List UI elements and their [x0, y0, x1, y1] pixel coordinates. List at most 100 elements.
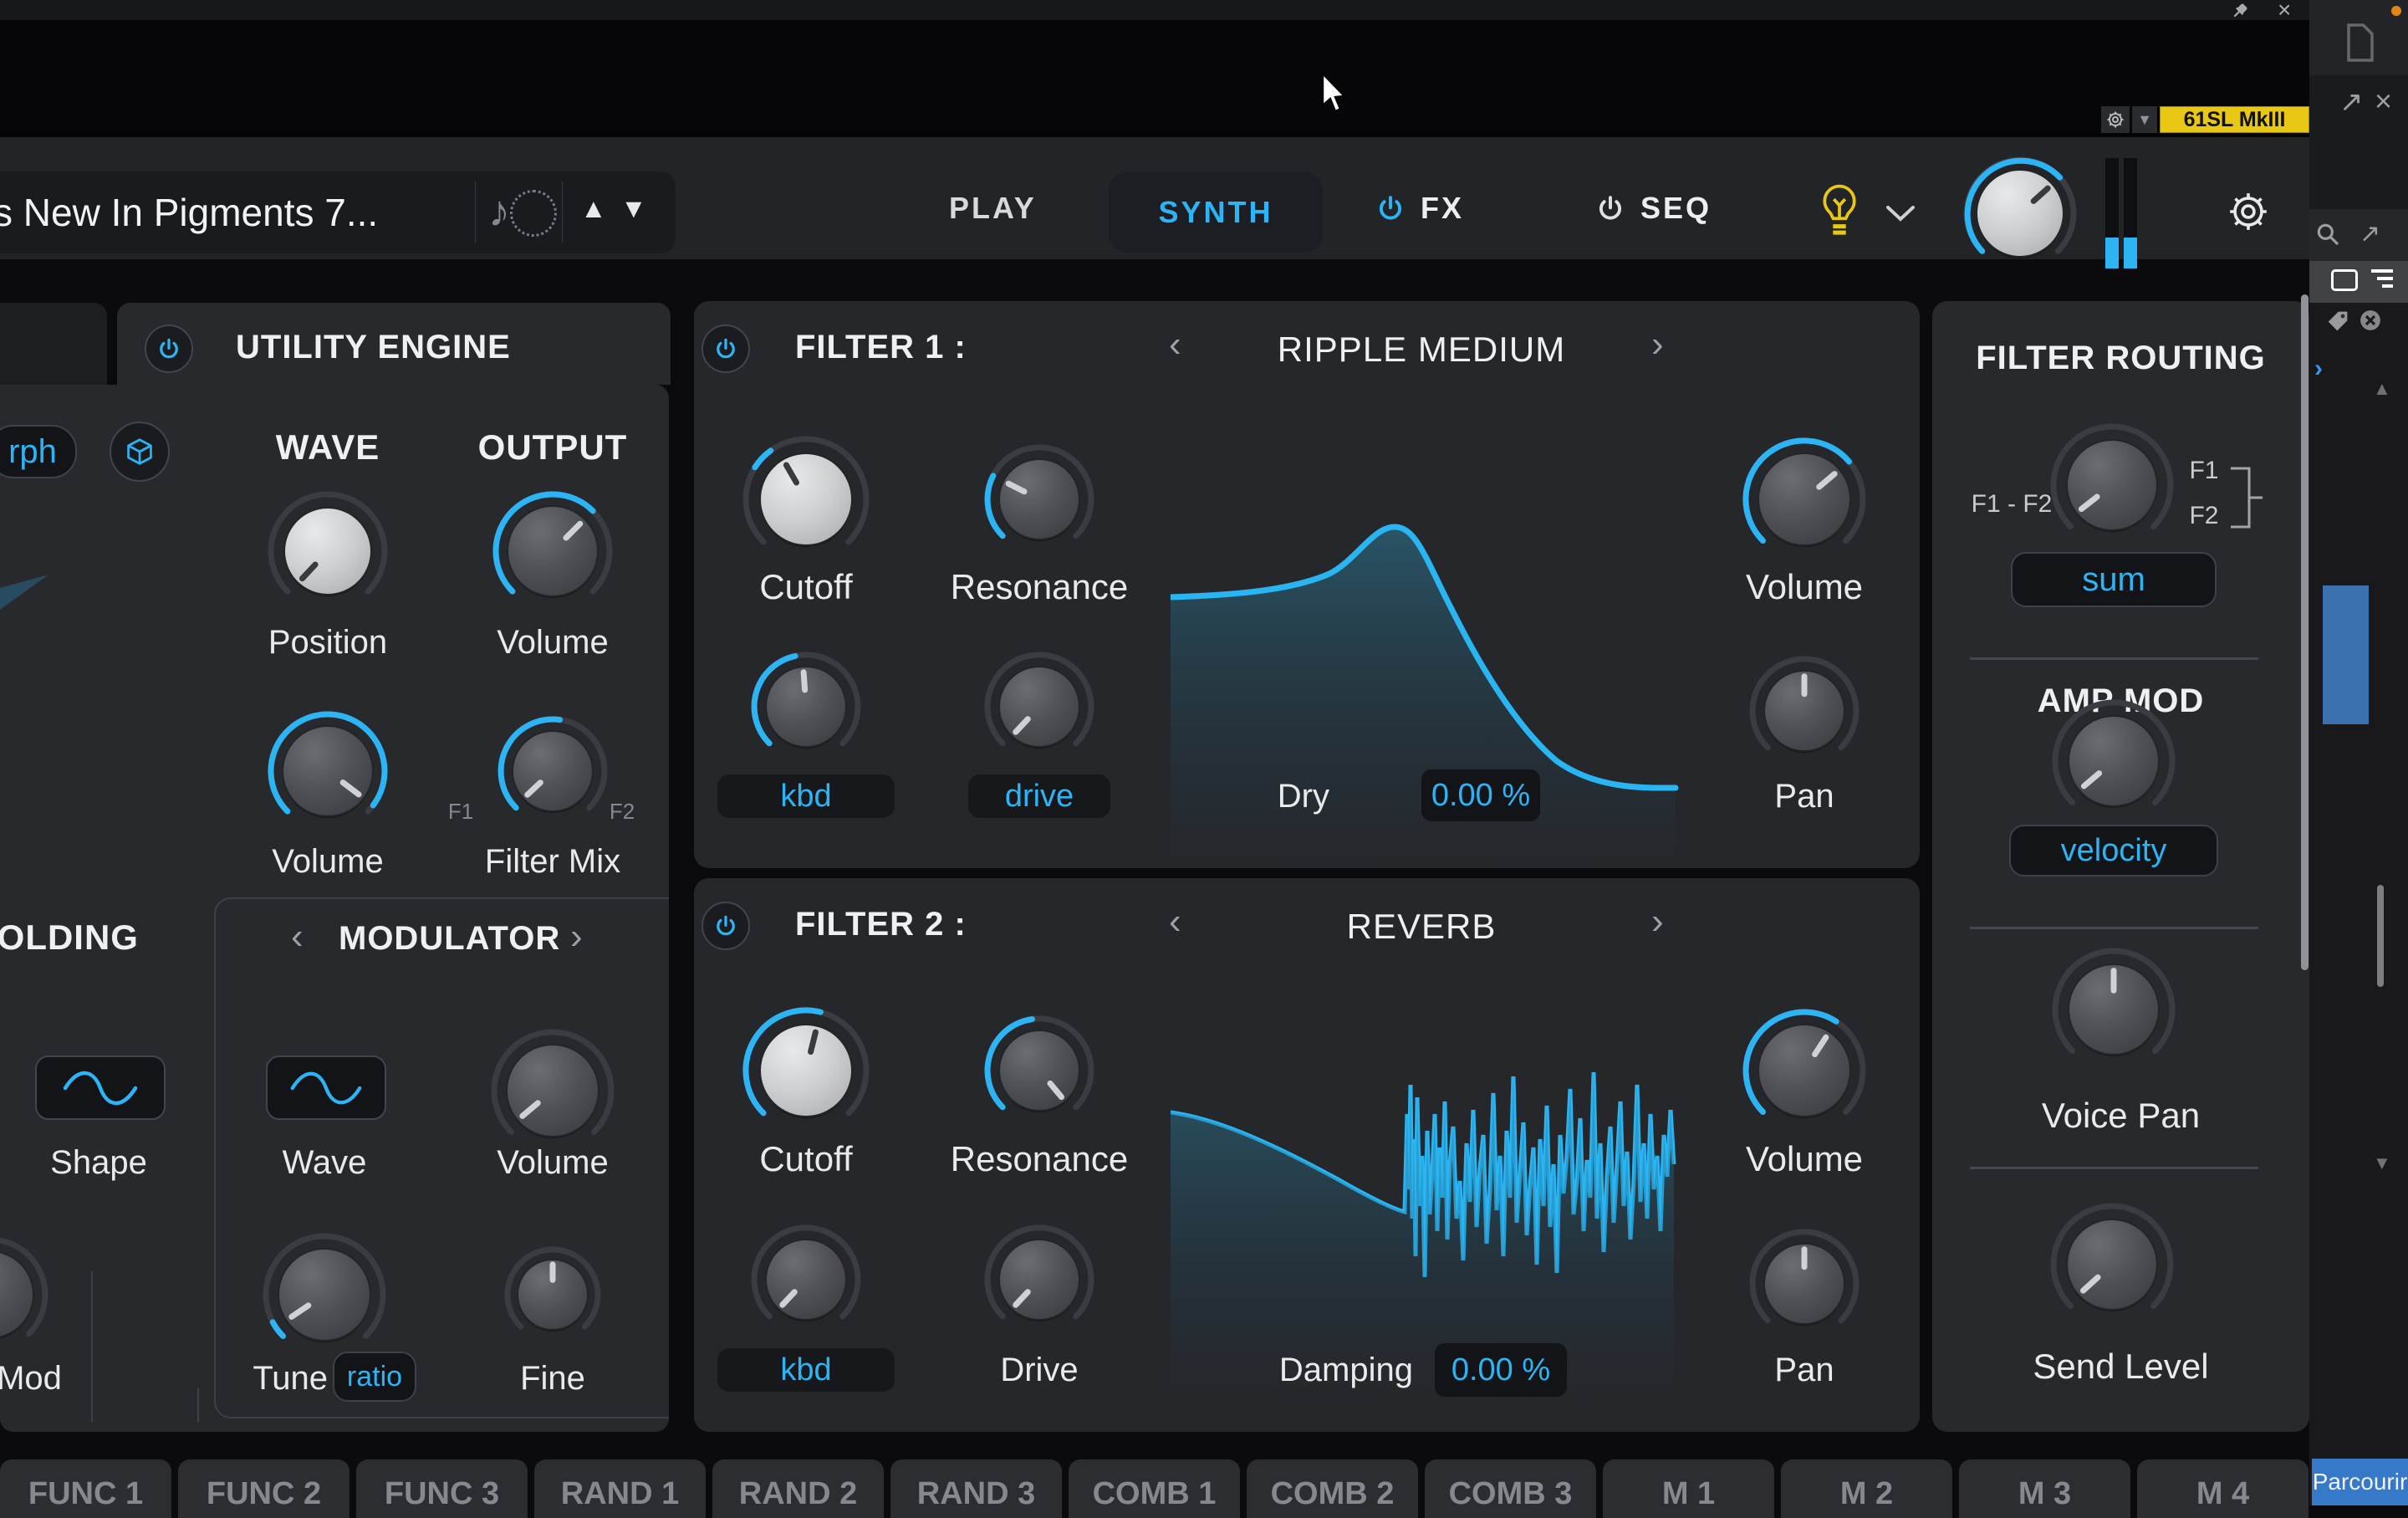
- bottom-tab-comb-2[interactable]: COMB 2: [1247, 1459, 1418, 1518]
- send-level-knob[interactable]: [2047, 1199, 2177, 1334]
- preset-next-icon[interactable]: ▼: [620, 193, 647, 224]
- midi-device-dropdown[interactable]: ▼: [2132, 106, 2157, 133]
- tab-play[interactable]: PLAY: [949, 191, 1037, 226]
- power-icon: [713, 336, 738, 361]
- bottom-tab-m-2[interactable]: M 2: [1781, 1459, 1952, 1518]
- filter1-panel: FILTER 1 : ‹ RIPPLE MEDIUM › Cutoff Reso…: [694, 301, 1920, 868]
- filter-mix-knob[interactable]: [494, 713, 611, 834]
- document-icon[interactable]: [2343, 22, 2378, 64]
- modulator-wave-button[interactable]: [266, 1055, 386, 1120]
- fine-knob[interactable]: [501, 1243, 605, 1351]
- plugin-scrollbar[interactable]: [2301, 294, 2309, 970]
- tab-fx[interactable]: FX: [1375, 191, 1464, 226]
- folding-section-title: FOLDING: [0, 917, 139, 958]
- bottom-tab-comb-3[interactable]: COMB 3: [1425, 1459, 1596, 1518]
- power-icon: [713, 913, 738, 938]
- filter2-next-icon[interactable]: ›: [1651, 903, 1664, 940]
- filter1-dry-value[interactable]: 0.00 %: [1421, 769, 1540, 821]
- engine-tab-inactive[interactable]: [0, 303, 107, 385]
- modulator-next-icon[interactable]: ›: [570, 918, 583, 955]
- utility-volume2-knob[interactable]: [264, 708, 391, 839]
- position-knob[interactable]: [264, 488, 391, 619]
- filter1-resonance-knob[interactable]: [981, 441, 1098, 562]
- filter1-drive-button[interactable]: drive: [968, 774, 1110, 818]
- preset-title-box[interactable]: s New In Pigments 7... ♪ ▲ ▼: [0, 171, 676, 253]
- output-volume-knob[interactable]: [489, 488, 616, 619]
- tab-seq[interactable]: SEQ: [1595, 191, 1712, 226]
- midi-settings-button[interactable]: [2101, 106, 2130, 133]
- cube-view-button[interactable]: [110, 422, 170, 482]
- scroll-down-icon[interactable]: ▼: [2373, 1153, 2391, 1174]
- chevron-down-icon[interactable]: [1883, 201, 1918, 226]
- close-panel-icon[interactable]: ×: [2375, 84, 2392, 119]
- shape-wave-button[interactable]: [35, 1055, 166, 1120]
- filter1-type[interactable]: RIPPLE MEDIUM: [1171, 330, 1672, 370]
- seq-power-icon[interactable]: [1595, 193, 1625, 223]
- scrollbar-thumb[interactable]: [2377, 885, 2384, 987]
- voice-pan-knob[interactable]: [2048, 944, 2179, 1079]
- filter2-pan-knob[interactable]: [1746, 1225, 1863, 1347]
- filter2-cutoff-knob[interactable]: [739, 1004, 873, 1142]
- morph-mode-button[interactable]: rph: [0, 425, 77, 478]
- bottom-tab-rand-3[interactable]: RAND 3: [890, 1459, 1062, 1518]
- preset-title[interactable]: s New In Pigments 7...: [0, 190, 470, 237]
- chevron-right-icon[interactable]: ›: [2314, 355, 2323, 383]
- filter2-type[interactable]: REVERB: [1171, 907, 1672, 947]
- card-view-icon[interactable]: [2331, 269, 2358, 291]
- tune-knob[interactable]: [259, 1229, 390, 1364]
- browse-button[interactable]: Parcourir: [2312, 1459, 2408, 1505]
- settings-gear-icon[interactable]: [2226, 189, 2271, 234]
- filter2-drive-knob[interactable]: [981, 1221, 1098, 1342]
- note-icon[interactable]: ♪: [488, 185, 555, 240]
- cube-icon: [124, 436, 156, 468]
- filter2-kbd-knob[interactable]: [747, 1221, 865, 1342]
- filter2-reverb-display[interactable]: [1171, 1064, 1679, 1395]
- filter1-pan-knob[interactable]: [1746, 652, 1863, 774]
- filter2-volume-knob[interactable]: [1739, 1005, 1870, 1140]
- filter2-power-button[interactable]: [701, 902, 750, 950]
- pin-icon[interactable]: [2229, 2, 2249, 22]
- bottom-tab-m-1[interactable]: M 1: [1603, 1459, 1774, 1518]
- tips-bulb-icon[interactable]: [1819, 182, 1860, 246]
- midi-device-badge[interactable]: 61SL MkIII: [2160, 106, 2309, 133]
- bottom-tab-rand-2[interactable]: RAND 2: [712, 1459, 884, 1518]
- bottom-tab-m-4[interactable]: M 4: [2137, 1459, 2309, 1518]
- bottom-tab-m-3[interactable]: M 3: [1959, 1459, 2130, 1518]
- preset-prev-icon[interactable]: ▲: [580, 193, 607, 224]
- tag-icon[interactable]: [2326, 309, 2349, 333]
- bottom-tab-func-3[interactable]: FUNC 3: [356, 1459, 528, 1518]
- amp-mod-knob[interactable]: [2048, 696, 2179, 831]
- background-app-column: ↗ × ↗ › ▲ ▼ Parcourir: [2309, 0, 2408, 1505]
- master-volume-knob[interactable]: [1960, 153, 2080, 278]
- search-icon[interactable]: [2314, 221, 2341, 248]
- list-view-icon[interactable]: [2371, 269, 2393, 291]
- routing-mix-knob[interactable]: [2047, 420, 2177, 555]
- bottom-tab-func-1[interactable]: FUNC 1: [0, 1459, 171, 1518]
- bottom-tab-func-2[interactable]: FUNC 2: [178, 1459, 349, 1518]
- tab-synth[interactable]: SYNTH: [1109, 172, 1323, 253]
- fx-power-icon[interactable]: [1375, 193, 1406, 223]
- bottom-tab-comb-1[interactable]: COMB 1: [1069, 1459, 1240, 1518]
- filter1-next-icon[interactable]: ›: [1651, 326, 1664, 363]
- utility-power-button[interactable]: [145, 325, 193, 373]
- filter2-damping-value[interactable]: 0.00 %: [1435, 1343, 1567, 1397]
- filter2-kbd-button[interactable]: kbd: [717, 1348, 895, 1392]
- routing-mode-button[interactable]: sum: [2011, 552, 2217, 607]
- expand-icon[interactable]: ↗: [2360, 219, 2380, 248]
- expand-icon[interactable]: ↗: [2339, 85, 2364, 119]
- scroll-up-icon[interactable]: ▲: [2373, 378, 2391, 400]
- filter1-power-button[interactable]: [701, 325, 750, 373]
- clear-filter-icon[interactable]: [2358, 308, 2383, 333]
- modulator-volume-knob[interactable]: [487, 1025, 618, 1160]
- amp-mod-source-button[interactable]: velocity: [2009, 825, 2218, 877]
- mod-knob[interactable]: [0, 1233, 52, 1361]
- filter2-resonance-knob[interactable]: [981, 1012, 1098, 1133]
- filter1-kbd-knob[interactable]: [747, 648, 865, 769]
- bottom-tab-rand-1[interactable]: RAND 1: [534, 1459, 706, 1518]
- filter1-cutoff-knob[interactable]: [739, 432, 873, 570]
- modulator-prev-icon[interactable]: ‹: [291, 918, 304, 955]
- filter1-volume-knob[interactable]: [1739, 434, 1870, 569]
- filter1-kbd-button[interactable]: kbd: [717, 774, 895, 818]
- selection-block: [2323, 585, 2369, 724]
- filter1-drive-knob[interactable]: [981, 648, 1098, 769]
